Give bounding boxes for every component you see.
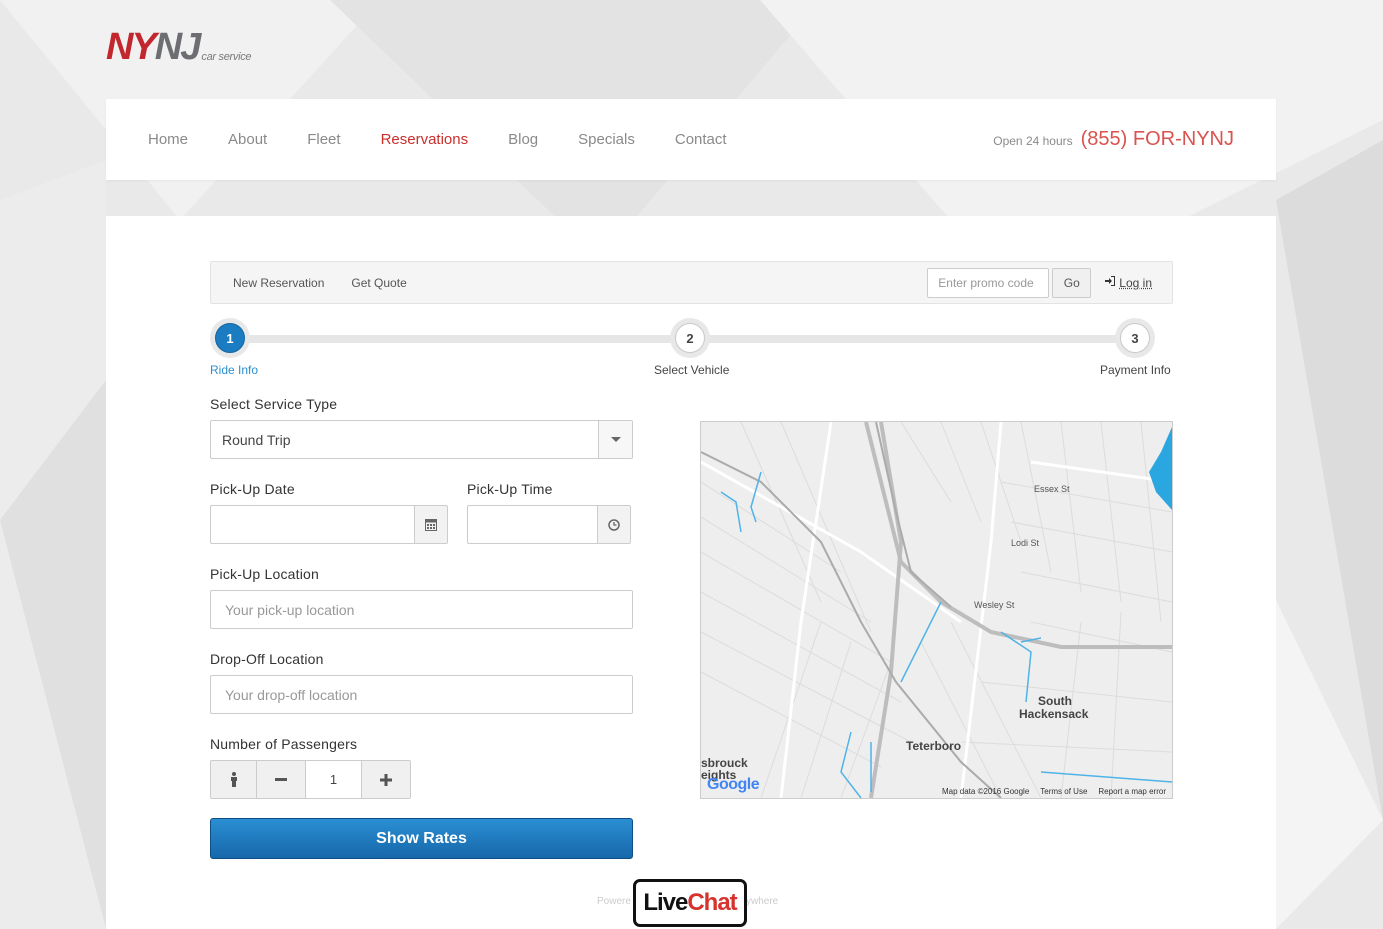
- login-label: Log in: [1119, 275, 1152, 290]
- pickup-date-label: Pick-Up Date: [210, 481, 295, 497]
- powered-by-left: Powere: [597, 896, 631, 907]
- nav-contact-info: Open 24 hours (855) FOR-NYNJ: [993, 128, 1234, 151]
- map-label-teterboro: Teterboro: [906, 739, 961, 753]
- clock-icon[interactable]: [597, 505, 631, 544]
- promo-go-button[interactable]: Go: [1052, 267, 1092, 298]
- nav-menu: Home About Fleet Reservations Blog Speci…: [148, 131, 767, 148]
- pickup-location-input[interactable]: [210, 590, 633, 629]
- map-label-south: South: [1038, 694, 1072, 708]
- pickup-datetime-row: Pick-Up Date Pick-Up Time: [210, 481, 633, 544]
- map-attribution: Map data ©2016 Google Terms of Use Repor…: [942, 787, 1166, 796]
- pickup-date-input[interactable]: [210, 505, 414, 544]
- map-report-link[interactable]: Report a map error: [1098, 787, 1166, 796]
- dropoff-location-group: Drop-Off Location: [210, 651, 633, 714]
- step-2-label: Select Vehicle: [654, 363, 730, 377]
- map-label-hackensack: Hackensack: [1019, 707, 1089, 721]
- step-1-number: 1: [215, 323, 245, 353]
- logo-subtitle: car service: [201, 51, 252, 63]
- progress-steps: 1 Ride Info 2 Select Vehicle 3 Payment I…: [210, 318, 1173, 378]
- phone-link[interactable]: (855) FOR-NYNJ: [1081, 128, 1234, 151]
- service-type-value: Round Trip: [222, 431, 291, 448]
- step-1-label: Ride Info: [210, 363, 259, 377]
- passengers-label: Number of Passengers: [210, 736, 358, 752]
- nav-item-blog[interactable]: Blog: [508, 131, 538, 148]
- pickup-time-label: Pick-Up Time: [467, 481, 553, 497]
- calendar-icon[interactable]: [414, 505, 448, 544]
- pickup-location-group: Pick-Up Location: [210, 566, 633, 629]
- passengers-stepper: 1: [210, 760, 633, 799]
- person-icon: [210, 760, 257, 799]
- nav-item-reservations[interactable]: Reservations: [381, 131, 469, 148]
- map-label-lodi: Lodi St: [1011, 538, 1040, 548]
- step-3-number: 3: [1120, 323, 1150, 353]
- promo-code-input[interactable]: [927, 267, 1050, 298]
- step-3-label: Payment Info: [1100, 363, 1171, 377]
- dropoff-location-label: Drop-Off Location: [210, 651, 324, 667]
- google-logo: Google: [707, 776, 760, 793]
- step-2-indicator: 2: [670, 318, 710, 358]
- livechat-area: Powere ywhere Live Chat: [106, 878, 1276, 929]
- nav-item-fleet[interactable]: Fleet: [307, 131, 340, 148]
- livechat-button[interactable]: Live Chat: [633, 879, 747, 927]
- livechat-live-text: Live: [643, 889, 688, 916]
- sign-in-icon: [1105, 276, 1116, 289]
- nav-item-about[interactable]: About: [228, 131, 267, 148]
- map-data-text: Map data ©2016 Google: [941, 787, 1030, 796]
- brand-logo[interactable]: NYNJ car service: [106, 26, 252, 68]
- open-hours-text: Open 24 hours: [993, 134, 1073, 148]
- dropoff-location-input[interactable]: [210, 675, 633, 714]
- promo-login-group: Go Log in: [927, 267, 1152, 298]
- route-map[interactable]: Essex St Lodi St Wesley St South Hackens…: [700, 421, 1173, 799]
- map-terms-link[interactable]: Terms of Use: [1040, 787, 1087, 796]
- passengers-count[interactable]: 1: [306, 760, 362, 799]
- pickup-date-group: Pick-Up Date: [210, 481, 448, 544]
- get-quote-link[interactable]: Get Quote: [351, 276, 406, 290]
- passengers-group: Number of Passengers 1: [210, 736, 633, 799]
- show-rates-button[interactable]: Show Rates: [210, 818, 633, 859]
- nav-item-home[interactable]: Home: [148, 131, 188, 148]
- new-reservation-link[interactable]: New Reservation: [233, 276, 324, 290]
- pickup-location-label: Pick-Up Location: [210, 566, 320, 582]
- nav-item-contact[interactable]: Contact: [675, 131, 727, 148]
- map-label-essex: Essex St: [1034, 484, 1070, 494]
- logo-mark: NYNJ: [106, 26, 201, 68]
- ride-info-form: Select Service Type Round Trip Pick-Up D…: [210, 396, 633, 859]
- service-type-select[interactable]: Round Trip: [210, 420, 633, 459]
- reservation-panel: New Reservation Get Quote Go Log in 1 Ri…: [106, 216, 1276, 929]
- increment-button[interactable]: [362, 760, 411, 799]
- step-1-indicator: 1: [210, 318, 250, 358]
- reservation-toolbar: New Reservation Get Quote Go Log in: [210, 261, 1173, 304]
- caret-down-icon: [598, 421, 632, 458]
- login-link[interactable]: Log in: [1105, 276, 1152, 290]
- service-type-label: Select Service Type: [210, 396, 338, 412]
- step-2-number: 2: [675, 323, 705, 353]
- decrement-button[interactable]: [257, 760, 306, 799]
- livechat-chat-text: Chat: [687, 889, 737, 916]
- map-label-wesley: Wesley St: [974, 600, 1015, 610]
- pickup-time-group: Pick-Up Time: [467, 481, 631, 544]
- powered-by-right: ywhere: [746, 896, 779, 907]
- pickup-time-input[interactable]: [467, 505, 597, 544]
- main-navbar: Home About Fleet Reservations Blog Speci…: [106, 99, 1276, 180]
- map-canvas: Essex St Lodi St Wesley St South Hackens…: [701, 422, 1172, 798]
- step-3-indicator: 3: [1115, 318, 1155, 358]
- nav-item-specials[interactable]: Specials: [578, 131, 635, 148]
